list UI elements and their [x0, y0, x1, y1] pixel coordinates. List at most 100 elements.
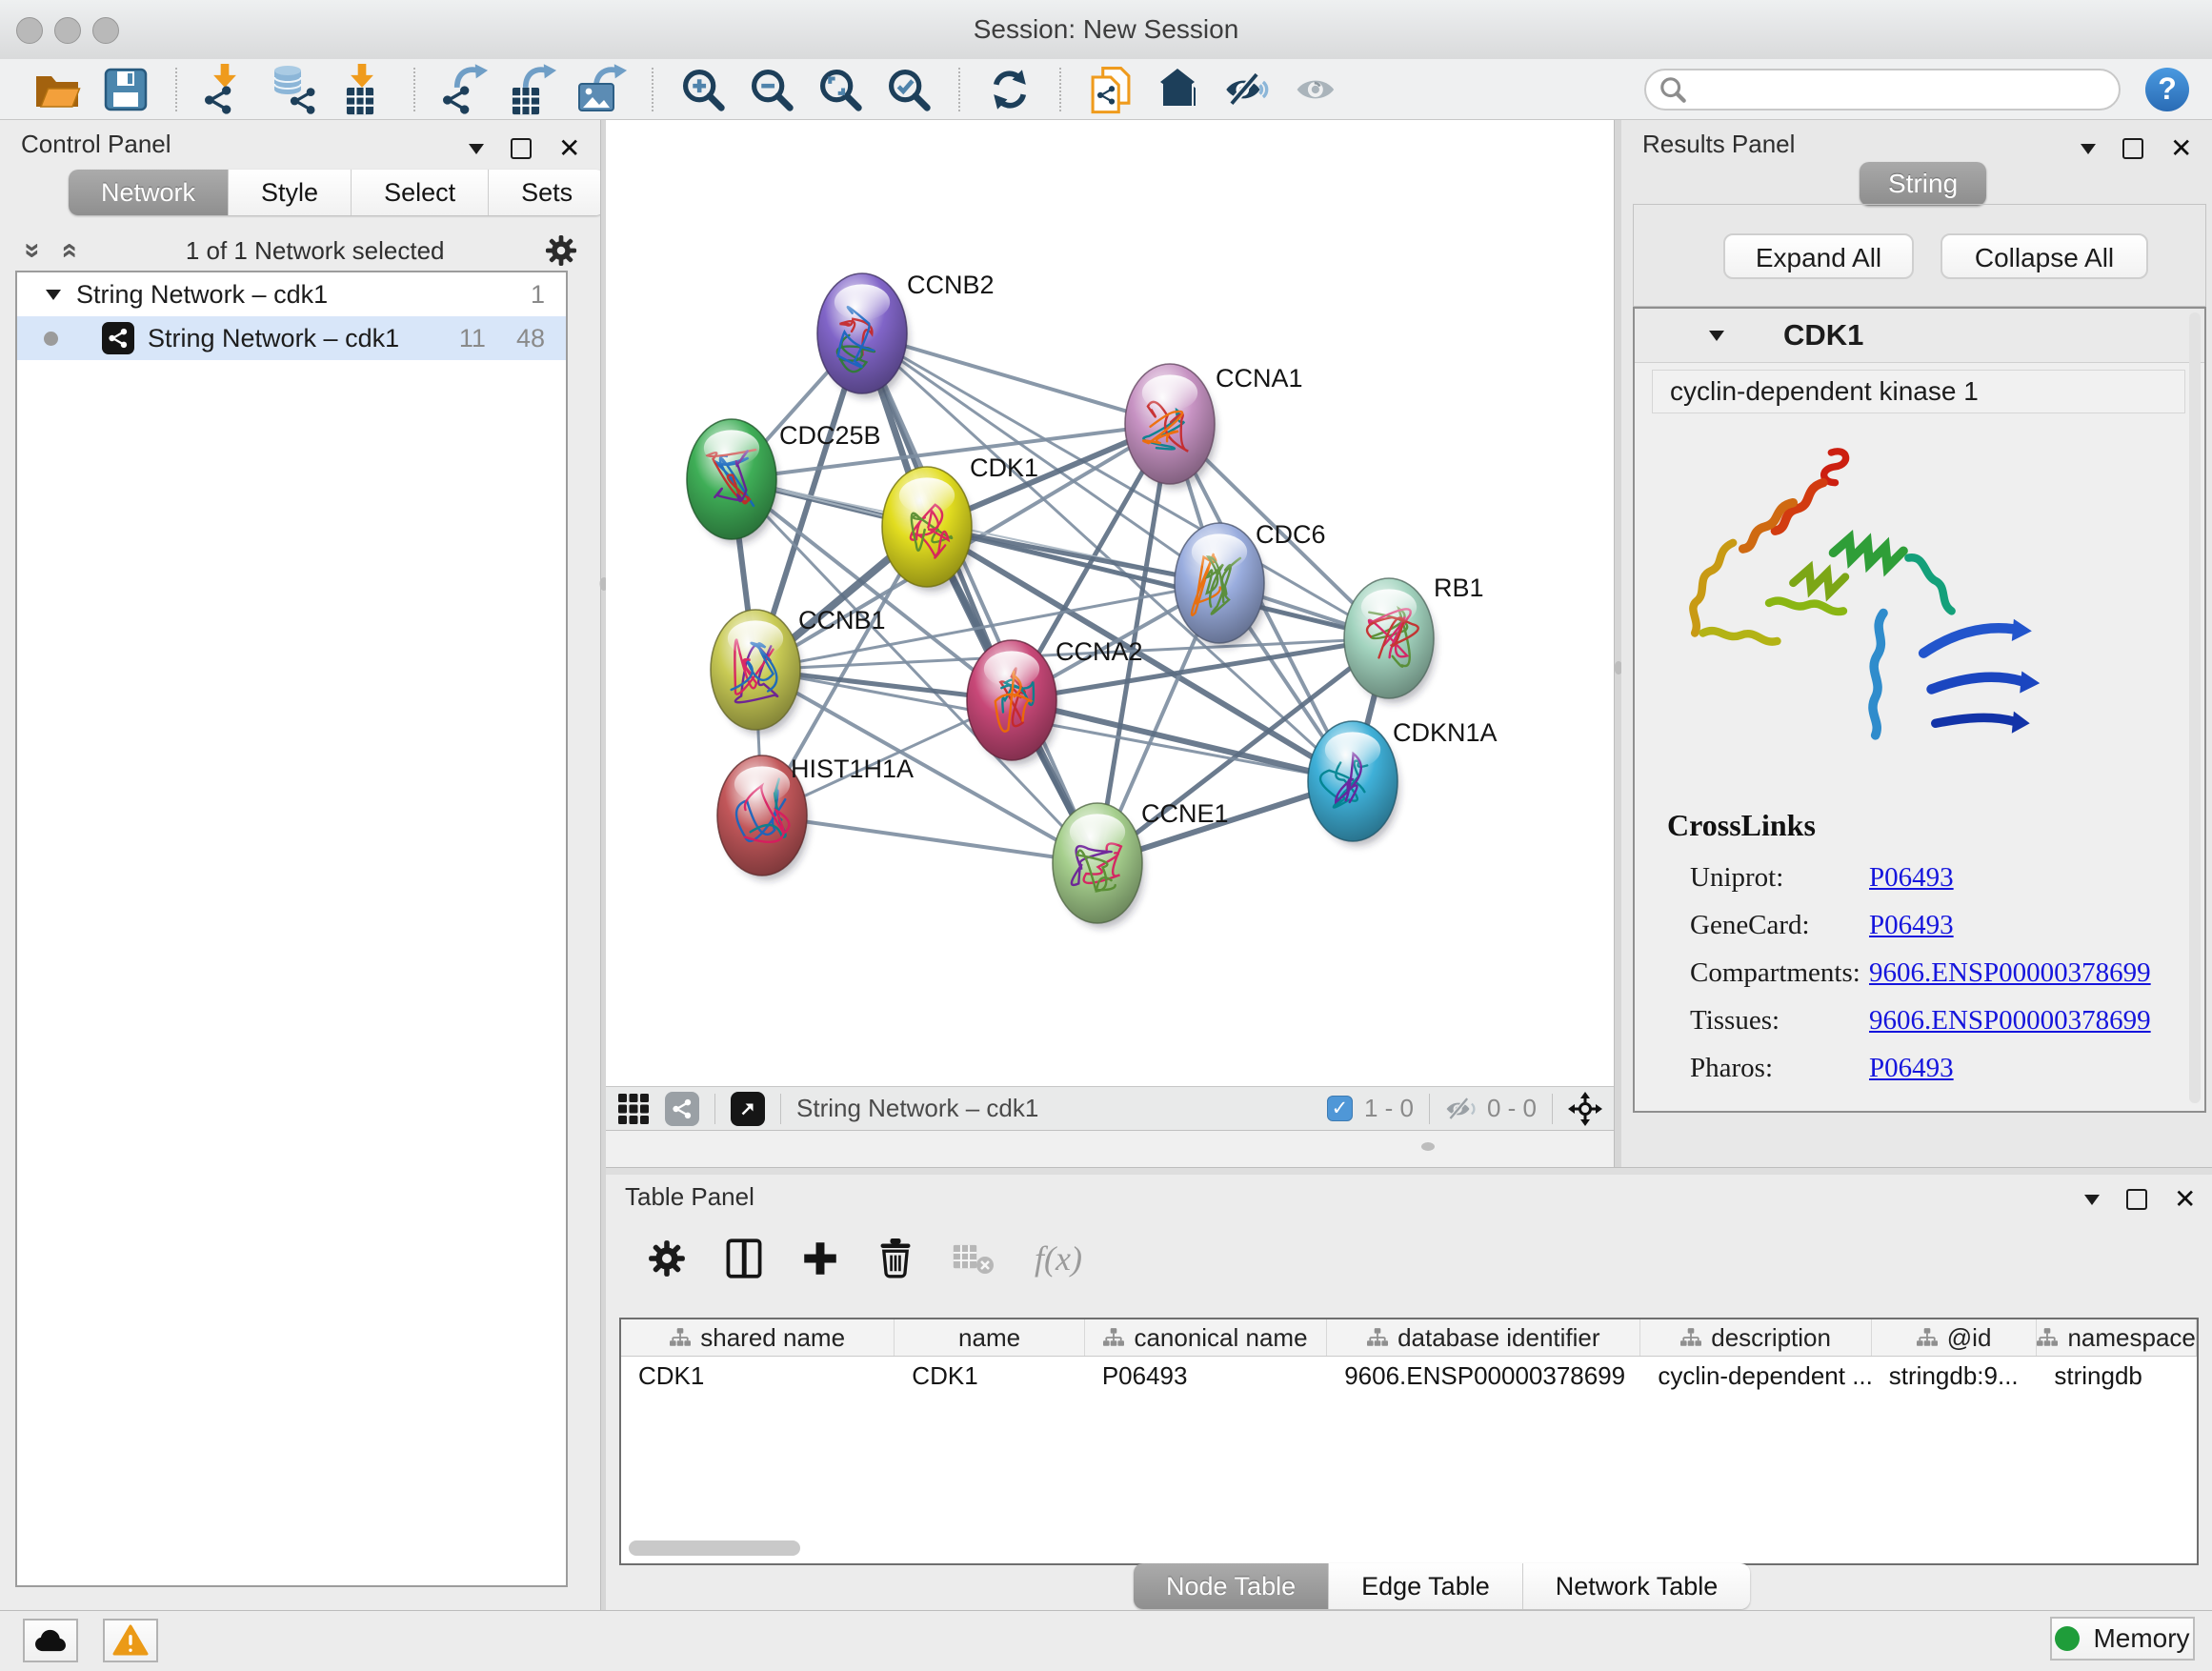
delete-column-trash-icon[interactable]: [878, 1238, 913, 1278]
network-node[interactable]: [1175, 523, 1266, 648]
collection-expander-icon[interactable]: [46, 290, 61, 300]
split-table-icon[interactable]: [726, 1238, 762, 1278]
tab-edge-table[interactable]: Edge Table: [1328, 1563, 1522, 1609]
tab-network[interactable]: Network: [69, 170, 228, 215]
table-horizontal-scrollbar[interactable]: [629, 1540, 800, 1556]
tab-sets[interactable]: Sets: [488, 170, 605, 215]
clone-network-icon[interactable]: [1085, 64, 1136, 115]
import-network-database-icon[interactable]: [270, 64, 321, 115]
table-cell[interactable]: stringdb: [2037, 1357, 2197, 1395]
table-cell[interactable]: CDK1: [621, 1357, 895, 1395]
warnings-button[interactable]: [103, 1619, 158, 1662]
expand-all-networks-icon[interactable]: [60, 236, 76, 265]
column-header-@id[interactable]: @id: [1872, 1319, 2038, 1356]
table-cell[interactable]: P06493: [1085, 1357, 1327, 1395]
table-cell[interactable]: 9606.ENSP00000378699: [1327, 1357, 1640, 1395]
panel-close-icon[interactable]: [2174, 1186, 2196, 1213]
zoom-in-icon[interactable]: [677, 64, 729, 115]
table-cell[interactable]: CDK1: [895, 1357, 1085, 1395]
network-canvas[interactable]: CCNB2CCNA1CDC25BCDK1CDC6RB1CCNB1CCNA2CDK…: [606, 120, 1614, 1086]
collapse-all-networks-icon[interactable]: [25, 236, 41, 265]
birdseye-pan-icon[interactable]: [1568, 1092, 1602, 1126]
grid-mode-icon[interactable]: [617, 1093, 650, 1125]
export-table-icon[interactable]: [508, 64, 559, 115]
network-node[interactable]: [1308, 721, 1399, 846]
panel-menu-icon[interactable]: [2081, 144, 2096, 154]
zoom-fit-content-icon[interactable]: [814, 64, 866, 115]
column-header-canonical-name[interactable]: canonical name: [1085, 1319, 1327, 1356]
crosslink-link[interactable]: P06493: [1869, 862, 1954, 894]
zoom-out-icon[interactable]: [746, 64, 797, 115]
import-network-file-icon[interactable]: [201, 64, 252, 115]
protein-header[interactable]: CDK1: [1635, 309, 2204, 363]
tab-style[interactable]: Style: [228, 170, 351, 215]
crosslink-link[interactable]: P06493: [1869, 1053, 1954, 1084]
network-node[interactable]: [687, 419, 778, 544]
hide-selected-eye-slash-icon[interactable]: [1222, 64, 1274, 115]
splitter-handle[interactable]: [1421, 1142, 1435, 1151]
global-search[interactable]: [1644, 69, 2121, 111]
network-edge[interactable]: [762, 815, 1097, 863]
panel-float-icon[interactable]: [2126, 1189, 2147, 1210]
detach-view-icon[interactable]: [731, 1092, 765, 1126]
table-settings-gear-icon[interactable]: [648, 1239, 686, 1278]
panel-close-icon[interactable]: [2170, 135, 2192, 162]
import-table-icon[interactable]: [338, 64, 390, 115]
column-header-shared-name[interactable]: shared name: [621, 1319, 895, 1356]
network-node[interactable]: [1344, 578, 1436, 703]
panel-menu-icon[interactable]: [2084, 1195, 2100, 1205]
node-table: shared namenamecanonical namedatabase id…: [619, 1318, 2199, 1565]
crosslink-link[interactable]: 9606.ENSP00000378699: [1869, 957, 2151, 989]
network-node[interactable]: [967, 640, 1058, 765]
network-row[interactable]: String Network – cdk1 11 48: [17, 316, 566, 360]
table-row[interactable]: CDK1CDK1P064939606.ENSP00000378699cyclin…: [621, 1357, 2197, 1395]
panel-close-icon[interactable]: [558, 135, 580, 162]
string-home-icon[interactable]: [1154, 64, 1205, 115]
protein-expander-icon[interactable]: [1709, 331, 1724, 341]
help-button[interactable]: ?: [2145, 68, 2189, 111]
network-edge-count: 48: [516, 324, 545, 353]
panel-float-icon[interactable]: [511, 138, 532, 159]
selected-nodes-checkbox-icon[interactable]: [1327, 1096, 1353, 1121]
zoom-selected-icon[interactable]: [883, 64, 935, 115]
table-cell[interactable]: stringdb:9...: [1872, 1357, 2038, 1395]
function-builder-icon[interactable]: f(x): [1035, 1238, 1082, 1278]
delete-table-icon[interactable]: [953, 1242, 995, 1275]
network-node[interactable]: [1125, 364, 1217, 489]
column-header-database-identifier[interactable]: database identifier: [1327, 1319, 1640, 1356]
apply-layout-icon[interactable]: [984, 64, 1036, 115]
tab-network-table[interactable]: Network Table: [1522, 1563, 1751, 1609]
save-session-icon[interactable]: [100, 64, 151, 115]
network-node[interactable]: [817, 273, 909, 398]
open-session-icon[interactable]: [31, 64, 83, 115]
panel-menu-icon[interactable]: [469, 144, 484, 154]
tab-node-table[interactable]: Node Table: [1134, 1563, 1328, 1609]
results-tab-string[interactable]: String: [1860, 162, 1986, 206]
table-cell[interactable]: cyclin-dependent ...: [1640, 1357, 1871, 1395]
network-options-gear-icon[interactable]: [545, 234, 577, 267]
export-image-icon[interactable]: [576, 64, 628, 115]
column-header-namespace[interactable]: namespace: [2037, 1319, 2197, 1356]
network-edge[interactable]: [1012, 700, 1353, 781]
crosslink-link[interactable]: P06493: [1869, 910, 1954, 941]
network-node[interactable]: [882, 467, 974, 592]
tab-select[interactable]: Select: [351, 170, 488, 215]
collapse-all-button[interactable]: Collapse All: [1941, 233, 2148, 279]
cloud-status-button[interactable]: [23, 1619, 78, 1662]
network-node[interactable]: [1053, 803, 1144, 928]
show-all-eye-icon[interactable]: [1291, 64, 1342, 115]
network-share-view-icon[interactable]: [665, 1092, 699, 1126]
export-network-icon[interactable]: [439, 64, 491, 115]
memory-button[interactable]: Memory: [2050, 1617, 2195, 1661]
add-column-icon[interactable]: [802, 1240, 838, 1277]
column-header-description[interactable]: description: [1640, 1319, 1871, 1356]
results-scrollbar[interactable]: [2189, 312, 2201, 1103]
panel-float-icon[interactable]: [2122, 138, 2143, 159]
expand-all-button[interactable]: Expand All: [1723, 233, 1914, 279]
network-node[interactable]: [711, 610, 802, 735]
network-edge[interactable]: [862, 333, 1097, 863]
network-collection-row[interactable]: String Network – cdk1 1: [17, 272, 566, 316]
column-header-name[interactable]: name: [895, 1319, 1085, 1356]
search-input[interactable]: [1696, 73, 2105, 105]
crosslink-link[interactable]: 9606.ENSP00000378699: [1869, 1005, 2151, 1037]
